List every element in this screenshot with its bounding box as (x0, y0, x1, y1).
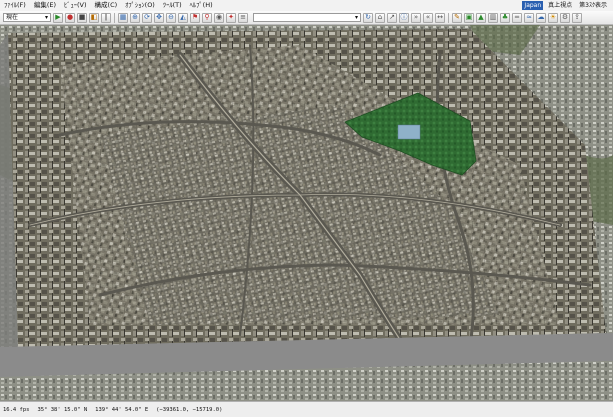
latitude-readout: 35° 38' 15.0" N (37, 406, 88, 413)
speed-reset-icon[interactable]: ↔ (435, 12, 445, 23)
pause-icon[interactable]: ∥ (101, 12, 111, 23)
arrow-icon[interactable]: ↗ (387, 12, 397, 23)
rotate-icon[interactable]: ⟳ (142, 12, 152, 23)
menu-view[interactable]: ﾋﾞｭｰ(V) (60, 0, 91, 11)
terrain-icon[interactable]: ▲ (476, 12, 486, 23)
zoom-in-icon[interactable]: ⊕ (130, 12, 140, 23)
move-icon[interactable]: ✥ (154, 12, 164, 23)
pond (397, 124, 421, 140)
menu-file[interactable]: ﾌｧｲﾙ(F) (0, 0, 30, 11)
menu-tools[interactable]: ﾂｰﾙ(T) (159, 0, 186, 11)
walk-icon[interactable]: ✦ (226, 12, 236, 23)
record-icon[interactable]: ● (65, 12, 75, 23)
display-mode-label[interactable]: 第3ｽｸ表示 (577, 1, 609, 10)
export-icon[interactable]: ⇪ (572, 12, 582, 23)
toolbar-separator (114, 12, 115, 23)
map-icon[interactable]: ▣ (464, 12, 474, 23)
tree-icon[interactable]: ♣ (500, 12, 510, 23)
fps-readout: 16.4 fps (3, 406, 30, 413)
zoom-out-icon[interactable]: ⊖ (166, 12, 176, 23)
language-indicator[interactable]: Japan (522, 1, 544, 10)
sky-icon[interactable]: ☁ (536, 12, 546, 23)
stop-icon[interactable]: ■ (77, 12, 87, 23)
toolbar-separator (448, 12, 449, 23)
aerial-city-view[interactable] (0, 25, 613, 401)
menu-config[interactable]: 構成(C) (91, 0, 122, 11)
flag-icon[interactable]: ⚑ (190, 12, 200, 23)
tilt-icon[interactable]: ◭ (178, 12, 188, 23)
home-icon[interactable]: ⌂ (375, 12, 385, 23)
building-icon[interactable]: ▥ (488, 12, 498, 23)
refresh-icon[interactable]: ↻ (363, 12, 373, 23)
grid-icon[interactable]: ▦ (118, 12, 128, 23)
time-select-value: 現在 (6, 14, 19, 21)
pin-icon[interactable]: ⚲ (202, 12, 212, 23)
speed-up-icon[interactable]: » (411, 12, 421, 23)
view-mode-label[interactable]: 真上視点 (546, 1, 574, 10)
info-icon[interactable]: ⓘ (399, 12, 409, 23)
menu-help[interactable]: ﾍﾙﾌﾟ(H) (186, 0, 217, 11)
menu-status-group: Japan 真上視点 第3ｽｸ表示 (522, 1, 613, 10)
chevron-down-icon: ▾ (44, 14, 48, 21)
menu-edit[interactable]: 編集(E) (30, 0, 60, 11)
toolbar: 現在 ▾ ▶ ● ■ ◧ ∥ ▦ ⊕ ⟳ ✥ ⊖ ◭ ⚑ ⚲ ◉ ✦ ≡ ▾ ↻… (0, 11, 613, 25)
layers-icon[interactable]: ≡ (238, 12, 248, 23)
longitude-readout: 139° 44' 54.0" E (95, 406, 149, 413)
time-select[interactable]: 現在 ▾ (3, 13, 51, 22)
speed-down-icon[interactable]: « (423, 12, 433, 23)
play-icon[interactable]: ▶ (53, 12, 63, 23)
chevron-down-icon: ▾ (354, 14, 358, 21)
brush-icon[interactable]: ✎ (452, 12, 462, 23)
road-icon[interactable]: ═ (512, 12, 522, 23)
settings-icon[interactable]: ⚙ (560, 12, 570, 23)
menu-options[interactable]: ｵﾌﾟｼｮﾝ(O) (121, 0, 159, 11)
status-bar: 16.4 fps 35° 38' 15.0" N 139° 44' 54.0" … (0, 401, 613, 417)
location-select[interactable]: ▾ (253, 13, 361, 22)
coordinate-readout: (−39361.0, −15719.0) (156, 406, 223, 413)
camera-icon[interactable]: ◉ (214, 12, 224, 23)
capture-icon[interactable]: ◧ (89, 12, 99, 23)
water-icon[interactable]: ≈ (524, 12, 534, 23)
sun-icon[interactable]: ☀ (548, 12, 558, 23)
map-viewport[interactable] (0, 25, 613, 401)
